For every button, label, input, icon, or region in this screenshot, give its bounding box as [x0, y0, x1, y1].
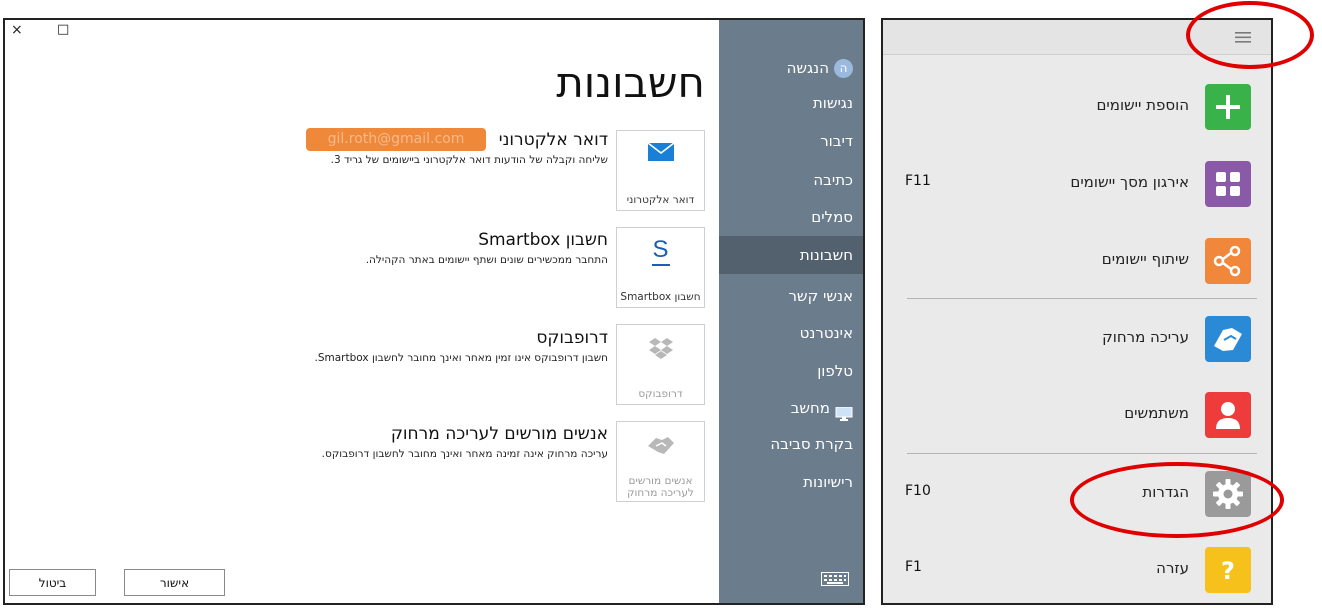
menu-item-label: אירגון מסך יישומים: [1070, 173, 1189, 191]
menu-item-label: עזרה: [1156, 559, 1189, 577]
sidebar-item-speech[interactable]: דיבור: [820, 127, 853, 155]
tile-label: חשבון Smartbox: [620, 291, 701, 303]
tile-label: דואר אלקטרוני: [626, 194, 695, 206]
dropbox-account-tile[interactable]: דרופבוקס: [616, 324, 705, 405]
question-icon: ?: [1205, 547, 1251, 593]
email-account-title: דואר אלקטרוני: [498, 130, 608, 150]
divider: [907, 298, 1257, 299]
envelope-icon: [617, 142, 704, 171]
sidebar-item-contacts[interactable]: אנשי קשר: [788, 282, 853, 310]
menu-item-remote-editing[interactable]: עריכה מרחוק: [883, 302, 1271, 374]
sidebar-item-environment-control[interactable]: בקרת סביבה: [770, 430, 853, 458]
smartbox-account-tile[interactable]: S חשבון Smartbox: [616, 227, 705, 308]
share-icon: [1205, 238, 1251, 284]
remote-editors-description: עריכה מרחוק אינה זמינה מאחר ואינך מחובר …: [321, 448, 608, 460]
menu-item-label: שיתוף יישומים: [1101, 250, 1189, 268]
divider: [907, 453, 1257, 454]
cancel-button[interactable]: ביטול: [9, 569, 96, 596]
svg-text:?: ?: [1221, 557, 1235, 585]
avatar: ה: [834, 59, 853, 78]
menu-item-add-apps[interactable]: הוספת יישומים: [883, 70, 1271, 142]
email-address-value: gil.roth@gmail.com: [306, 128, 486, 151]
close-icon[interactable]: ×: [11, 23, 23, 37]
sidebar-item-phone[interactable]: טלפון: [817, 357, 853, 385]
smartbox-account-description: התחבר ממכשירים שונים ושתף יישומים באתר ה…: [365, 254, 608, 266]
dropbox-account-description: חשבון דרופבוקס אינו זמין מאחר ואינך מחוב…: [314, 352, 608, 364]
plus-icon: [1205, 84, 1251, 130]
menu-item-label: הוספת יישומים: [1096, 96, 1189, 114]
smartbox-s-icon: S: [617, 236, 704, 266]
menu-item-users[interactable]: משתמשים: [883, 378, 1271, 450]
dropbox-icon: [617, 337, 704, 365]
sidebar-item-licenses[interactable]: רישיונות: [803, 468, 853, 496]
shortcut-key: F1: [905, 559, 922, 575]
shortcut-key: F10: [905, 483, 931, 499]
email-account-description: שליחה וקבלה של הודעות דואר אלקטרוני בייש…: [330, 154, 608, 166]
handshake-icon: [617, 434, 704, 462]
menu-item-label: עריכה מרחוק: [1102, 328, 1189, 346]
menu-item-organize-screen[interactable]: אירגון מסך יישומים F11: [883, 147, 1271, 219]
settings-sidebar: ההנגשה נגישות דיבור כתיבה סמלים חשבונות …: [719, 20, 863, 603]
sidebar-item-writing[interactable]: כתיבה: [813, 166, 853, 194]
sidebar-item-symbols[interactable]: סמלים: [811, 203, 853, 231]
dropbox-account-title: דרופבוקס: [536, 328, 608, 348]
menu-item-label: משתמשים: [1124, 404, 1189, 422]
settings-window: × □ חשבונות דואר אלקטרוני דואר אלקטרוני …: [3, 18, 865, 605]
annotation-ellipse-menu: [1186, 1, 1314, 69]
remote-editors-tile[interactable]: אנשים מורשים לעריכה מרחוק: [616, 421, 705, 502]
user-icon: [1205, 392, 1251, 438]
shortcut-key: F11: [905, 173, 931, 189]
monitor-icon: [835, 402, 853, 421]
smartbox-account-title: חשבון Smartbox: [478, 230, 608, 250]
sidebar-item-internet[interactable]: אינטרנט: [800, 319, 853, 347]
grid-icon: [1205, 161, 1251, 207]
handshake-icon: [1205, 316, 1251, 362]
sidebar-item-accessibility[interactable]: נגישות: [813, 89, 853, 117]
page-title: חשבונות: [556, 58, 705, 107]
tile-label: דרופבוקס: [638, 388, 683, 400]
maximize-icon[interactable]: □: [57, 23, 69, 37]
sidebar-item-accessibility-profile[interactable]: ההנגשה: [787, 54, 853, 82]
menu-item-share-apps[interactable]: שיתוף יישומים: [883, 224, 1271, 296]
remote-editors-title: אנשים מורשים לעריכה מרחוק: [390, 424, 608, 444]
sidebar-item-accounts[interactable]: חשבונות: [719, 236, 863, 274]
keyboard-icon[interactable]: [821, 571, 849, 586]
sidebar-item-computer[interactable]: מחשב: [791, 394, 853, 422]
ok-button[interactable]: אישור: [124, 569, 225, 596]
annotation-ellipse-settings: [1070, 462, 1284, 538]
email-account-tile[interactable]: דואר אלקטרוני: [616, 130, 705, 211]
menu-item-help[interactable]: ? עזרה F1: [883, 533, 1271, 603]
tile-label: אנשים מורשים לעריכה מרחוק: [627, 475, 694, 499]
